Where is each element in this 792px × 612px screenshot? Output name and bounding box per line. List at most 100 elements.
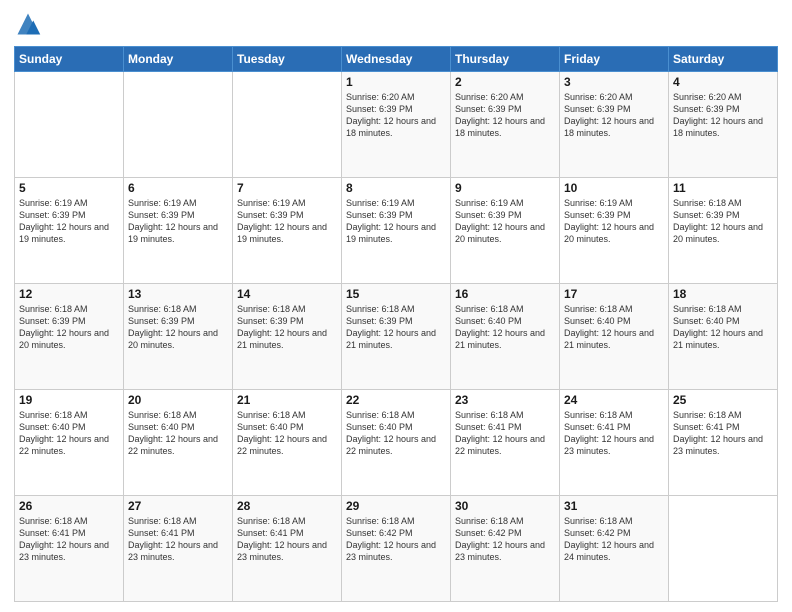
- day-number: 24: [564, 393, 664, 407]
- day-info: Sunrise: 6:19 AM Sunset: 6:39 PM Dayligh…: [237, 197, 337, 246]
- day-number: 3: [564, 75, 664, 89]
- calendar-cell: [124, 72, 233, 178]
- day-info: Sunrise: 6:20 AM Sunset: 6:39 PM Dayligh…: [346, 91, 446, 140]
- day-number: 17: [564, 287, 664, 301]
- calendar-week-2: 12 Sunrise: 6:18 AM Sunset: 6:39 PM Dayli…: [15, 284, 778, 390]
- calendar-cell: 21 Sunrise: 6:18 AM Sunset: 6:40 PM Dayli…: [233, 390, 342, 496]
- day-info: Sunrise: 6:18 AM Sunset: 6:40 PM Dayligh…: [564, 303, 664, 352]
- calendar-cell: [233, 72, 342, 178]
- day-number: 9: [455, 181, 555, 195]
- calendar-cell: 5 Sunrise: 6:19 AM Sunset: 6:39 PM Daylig…: [15, 178, 124, 284]
- day-info: Sunrise: 6:18 AM Sunset: 6:40 PM Dayligh…: [237, 409, 337, 458]
- day-info: Sunrise: 6:18 AM Sunset: 6:41 PM Dayligh…: [19, 515, 119, 564]
- day-number: 13: [128, 287, 228, 301]
- calendar-cell: 2 Sunrise: 6:20 AM Sunset: 6:39 PM Daylig…: [451, 72, 560, 178]
- day-info: Sunrise: 6:18 AM Sunset: 6:39 PM Dayligh…: [19, 303, 119, 352]
- day-info: Sunrise: 6:19 AM Sunset: 6:39 PM Dayligh…: [346, 197, 446, 246]
- calendar-cell: 29 Sunrise: 6:18 AM Sunset: 6:42 PM Dayli…: [342, 496, 451, 602]
- day-number: 19: [19, 393, 119, 407]
- day-number: 16: [455, 287, 555, 301]
- day-info: Sunrise: 6:19 AM Sunset: 6:39 PM Dayligh…: [19, 197, 119, 246]
- logo: [14, 10, 46, 38]
- day-number: 25: [673, 393, 773, 407]
- day-info: Sunrise: 6:18 AM Sunset: 6:42 PM Dayligh…: [564, 515, 664, 564]
- calendar-cell: 12 Sunrise: 6:18 AM Sunset: 6:39 PM Dayli…: [15, 284, 124, 390]
- weekday-header-tuesday: Tuesday: [233, 47, 342, 72]
- day-info: Sunrise: 6:20 AM Sunset: 6:39 PM Dayligh…: [564, 91, 664, 140]
- calendar-cell: 18 Sunrise: 6:18 AM Sunset: 6:40 PM Dayli…: [669, 284, 778, 390]
- logo-icon: [14, 10, 42, 38]
- day-number: 8: [346, 181, 446, 195]
- calendar-cell: 1 Sunrise: 6:20 AM Sunset: 6:39 PM Daylig…: [342, 72, 451, 178]
- calendar-cell: 17 Sunrise: 6:18 AM Sunset: 6:40 PM Dayli…: [560, 284, 669, 390]
- day-info: Sunrise: 6:18 AM Sunset: 6:41 PM Dayligh…: [455, 409, 555, 458]
- day-number: 14: [237, 287, 337, 301]
- day-info: Sunrise: 6:18 AM Sunset: 6:40 PM Dayligh…: [128, 409, 228, 458]
- day-info: Sunrise: 6:19 AM Sunset: 6:39 PM Dayligh…: [455, 197, 555, 246]
- day-info: Sunrise: 6:20 AM Sunset: 6:39 PM Dayligh…: [673, 91, 773, 140]
- day-info: Sunrise: 6:18 AM Sunset: 6:42 PM Dayligh…: [455, 515, 555, 564]
- calendar-cell: [669, 496, 778, 602]
- calendar-cell: 6 Sunrise: 6:19 AM Sunset: 6:39 PM Daylig…: [124, 178, 233, 284]
- day-info: Sunrise: 6:18 AM Sunset: 6:39 PM Dayligh…: [128, 303, 228, 352]
- weekday-header-sunday: Sunday: [15, 47, 124, 72]
- day-number: 21: [237, 393, 337, 407]
- calendar-cell: 4 Sunrise: 6:20 AM Sunset: 6:39 PM Daylig…: [669, 72, 778, 178]
- day-info: Sunrise: 6:20 AM Sunset: 6:39 PM Dayligh…: [455, 91, 555, 140]
- calendar-cell: 26 Sunrise: 6:18 AM Sunset: 6:41 PM Dayli…: [15, 496, 124, 602]
- day-number: 2: [455, 75, 555, 89]
- day-number: 22: [346, 393, 446, 407]
- calendar-cell: 15 Sunrise: 6:18 AM Sunset: 6:39 PM Dayli…: [342, 284, 451, 390]
- weekday-header-monday: Monday: [124, 47, 233, 72]
- calendar-cell: 10 Sunrise: 6:19 AM Sunset: 6:39 PM Dayli…: [560, 178, 669, 284]
- day-info: Sunrise: 6:18 AM Sunset: 6:39 PM Dayligh…: [673, 197, 773, 246]
- calendar-week-3: 19 Sunrise: 6:18 AM Sunset: 6:40 PM Dayli…: [15, 390, 778, 496]
- day-info: Sunrise: 6:18 AM Sunset: 6:41 PM Dayligh…: [673, 409, 773, 458]
- day-info: Sunrise: 6:18 AM Sunset: 6:40 PM Dayligh…: [346, 409, 446, 458]
- calendar-cell: 23Sunrise: 6:18 AM Sunset: 6:41 PM Dayli…: [451, 390, 560, 496]
- day-number: 4: [673, 75, 773, 89]
- day-number: 10: [564, 181, 664, 195]
- page: SundayMondayTuesdayWednesdayThursdayFrid…: [0, 0, 792, 612]
- day-number: 27: [128, 499, 228, 513]
- calendar-cell: 30Sunrise: 6:18 AM Sunset: 6:42 PM Dayli…: [451, 496, 560, 602]
- day-number: 20: [128, 393, 228, 407]
- calendar-cell: 13 Sunrise: 6:18 AM Sunset: 6:39 PM Dayli…: [124, 284, 233, 390]
- weekday-header-wednesday: Wednesday: [342, 47, 451, 72]
- day-info: Sunrise: 6:19 AM Sunset: 6:39 PM Dayligh…: [128, 197, 228, 246]
- calendar-cell: [15, 72, 124, 178]
- weekday-header-thursday: Thursday: [451, 47, 560, 72]
- day-number: 12: [19, 287, 119, 301]
- calendar-cell: 28Sunrise: 6:18 AM Sunset: 6:41 PM Dayli…: [233, 496, 342, 602]
- day-number: 11: [673, 181, 773, 195]
- calendar-cell: 7 Sunrise: 6:19 AM Sunset: 6:39 PM Daylig…: [233, 178, 342, 284]
- calendar-cell: 9 Sunrise: 6:19 AM Sunset: 6:39 PM Daylig…: [451, 178, 560, 284]
- calendar-cell: 20 Sunrise: 6:18 AM Sunset: 6:40 PM Dayli…: [124, 390, 233, 496]
- calendar-cell: 19Sunrise: 6:18 AM Sunset: 6:40 PM Dayli…: [15, 390, 124, 496]
- calendar-cell: 25 Sunrise: 6:18 AM Sunset: 6:41 PM Dayli…: [669, 390, 778, 496]
- weekday-header-row: SundayMondayTuesdayWednesdayThursdayFrid…: [15, 47, 778, 72]
- calendar-cell: 11 Sunrise: 6:18 AM Sunset: 6:39 PM Dayli…: [669, 178, 778, 284]
- calendar-week-4: 26 Sunrise: 6:18 AM Sunset: 6:41 PM Dayli…: [15, 496, 778, 602]
- calendar-cell: 14 Sunrise: 6:18 AM Sunset: 6:39 PM Dayli…: [233, 284, 342, 390]
- day-info: Sunrise: 6:18 AM Sunset: 6:39 PM Dayligh…: [237, 303, 337, 352]
- calendar-cell: 16Sunrise: 6:18 AM Sunset: 6:40 PM Dayli…: [451, 284, 560, 390]
- day-info: Sunrise: 6:18 AM Sunset: 6:41 PM Dayligh…: [128, 515, 228, 564]
- day-number: 28: [237, 499, 337, 513]
- day-info: Sunrise: 6:18 AM Sunset: 6:42 PM Dayligh…: [346, 515, 446, 564]
- day-number: 6: [128, 181, 228, 195]
- day-number: 26: [19, 499, 119, 513]
- day-number: 7: [237, 181, 337, 195]
- header: [14, 10, 778, 38]
- calendar-cell: 27 Sunrise: 6:18 AM Sunset: 6:41 PM Dayli…: [124, 496, 233, 602]
- calendar-cell: 3 Sunrise: 6:20 AM Sunset: 6:39 PM Daylig…: [560, 72, 669, 178]
- day-number: 29: [346, 499, 446, 513]
- day-number: 18: [673, 287, 773, 301]
- calendar-cell: 8 Sunrise: 6:19 AM Sunset: 6:39 PM Daylig…: [342, 178, 451, 284]
- day-number: 5: [19, 181, 119, 195]
- day-info: Sunrise: 6:18 AM Sunset: 6:40 PM Dayligh…: [673, 303, 773, 352]
- day-info: Sunrise: 6:19 AM Sunset: 6:39 PM Dayligh…: [564, 197, 664, 246]
- day-info: Sunrise: 6:18 AM Sunset: 6:39 PM Dayligh…: [346, 303, 446, 352]
- day-number: 1: [346, 75, 446, 89]
- day-number: 15: [346, 287, 446, 301]
